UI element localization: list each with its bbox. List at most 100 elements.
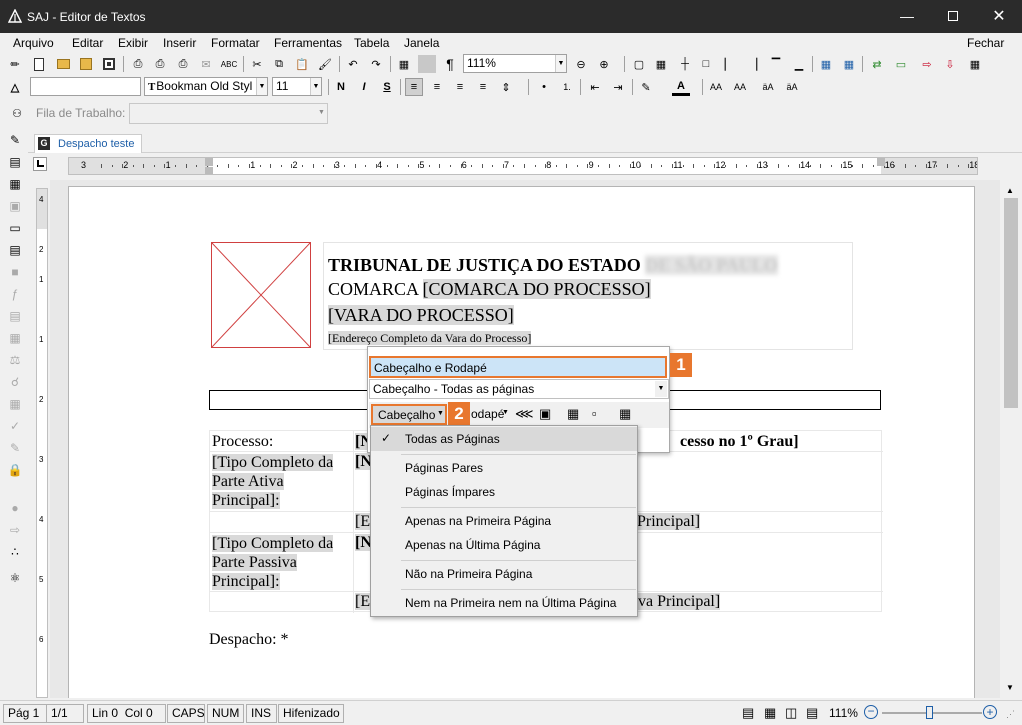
highlight-icon[interactable]: ✎ <box>637 78 655 96</box>
insert-row-icon[interactable]: ⇄ <box>868 55 886 73</box>
borders-icon[interactable]: ▢ <box>630 55 648 73</box>
split-cells-icon[interactable]: ▦ <box>817 55 835 73</box>
new-document-icon[interactable] <box>30 55 48 73</box>
close-window-button[interactable]: ✕ <box>976 0 1022 33</box>
minimize-button[interactable]: — <box>884 0 930 33</box>
scale-icon[interactable]: ⚖ <box>7 352 23 368</box>
view-page-icon[interactable]: ▤ <box>742 705 754 721</box>
user-icon[interactable]: ● <box>7 500 23 516</box>
menu-formatar[interactable]: Formatar <box>211 36 260 50</box>
paint-icon[interactable]: ✏ <box>6 55 24 73</box>
cross-border-icon[interactable]: ┼ <box>676 55 694 73</box>
menu-exibir[interactable]: Exibir <box>118 36 148 50</box>
signature-icon[interactable]: ⚛ <box>7 570 23 586</box>
text-tool-icon[interactable]: ✎ <box>7 132 23 148</box>
rodape-button[interactable]: odapé <box>471 407 504 421</box>
grid-icon[interactable]: ▦ <box>652 55 670 73</box>
delete-column-icon[interactable]: ⇩ <box>941 55 959 73</box>
export-icon[interactable]: ⇨ <box>7 522 23 538</box>
copy-icon[interactable]: ⧉ <box>270 55 288 73</box>
style-combo[interactable] <box>30 77 141 96</box>
menu-tabela[interactable]: Tabela <box>354 36 389 50</box>
calendar-icon[interactable]: ▦ <box>7 396 23 412</box>
scroll-thumb[interactable] <box>1004 198 1018 408</box>
menu-arquivo[interactable]: Arquivo <box>13 36 54 50</box>
pilcrow-icon[interactable]: ¶ <box>441 55 459 73</box>
change-case-icon[interactable]: äA <box>759 78 777 96</box>
cabecalho-button[interactable]: Cabeçalho ▼ <box>371 404 447 425</box>
bottom-border-icon[interactable]: ▁ <box>790 55 808 73</box>
edit-doc-icon[interactable]: ✎ <box>7 440 23 456</box>
vertical-scrollbar[interactable]: ▲ ▼ <box>1001 180 1021 698</box>
variable-icon[interactable]: ■ <box>7 264 23 280</box>
menu-item-paginas-pares[interactable]: Páginas Pares <box>405 461 483 475</box>
menu-janela[interactable]: Janela <box>404 36 439 50</box>
shrink-font-icon[interactable]: AA <box>731 78 749 96</box>
zoom-in-button[interactable]: + <box>983 705 997 719</box>
form-icon[interactable]: ▤ <box>7 154 23 170</box>
insert-field-icon[interactable]: ▦ <box>619 406 631 422</box>
menu-item-nem-primeira-nem-ultima[interactable]: Nem na Primeira nem na Última Página <box>405 596 616 610</box>
stamp-icon[interactable]: ▣ <box>7 198 23 214</box>
menu-item-paginas-impares[interactable]: Páginas Ímpares <box>405 485 495 499</box>
formula-icon[interactable]: ƒ <box>7 286 23 302</box>
view-draft-icon[interactable]: ▦ <box>764 705 776 721</box>
decrease-indent-icon[interactable]: ⇤ <box>586 78 604 96</box>
send-icon[interactable]: ⎙ <box>174 55 192 73</box>
redo-icon[interactable]: ↷ <box>367 55 385 73</box>
comment-icon[interactable]: ▭ <box>7 220 23 236</box>
delete-row-icon[interactable]: ⇨ <box>918 55 936 73</box>
menu-item-apenas-ultima[interactable]: Apenas na Última Página <box>405 538 540 552</box>
menu-ferramentas[interactable]: Ferramentas <box>274 36 342 50</box>
check-icon[interactable]: ✓ <box>7 418 23 434</box>
align-right-icon[interactable]: ≡ <box>451 78 469 96</box>
zoom-combo[interactable]: 111% ▼ <box>463 54 567 73</box>
underline-button[interactable]: S <box>378 78 396 96</box>
vertical-ruler[interactable]: 4 2 1 1 2 3 4 5 6 <box>36 188 48 698</box>
numbered-list-icon[interactable]: 1. <box>558 78 576 96</box>
justify-icon[interactable]: ≡ <box>474 78 492 96</box>
fields-icon[interactable]: ▦ <box>7 176 23 192</box>
line-spacing-icon[interactable]: ⇕ <box>497 78 515 96</box>
open-model-icon[interactable] <box>77 55 95 73</box>
table-options-icon[interactable]: ▦ <box>966 55 984 73</box>
align-center-icon[interactable]: ≡ <box>428 78 446 96</box>
print-preview-icon[interactable]: ⎙ <box>151 55 169 73</box>
email-icon[interactable]: ✉ <box>197 55 215 73</box>
right-border-icon[interactable]: ▕ <box>744 55 762 73</box>
share-icon[interactable]: ∴ <box>7 544 23 560</box>
zoom-in-icon[interactable]: ⊕ <box>595 55 613 73</box>
left-border-icon[interactable]: ▏ <box>720 55 738 73</box>
font-color-icon[interactable]: A <box>672 78 690 96</box>
box-border-icon[interactable]: □ <box>697 55 715 73</box>
time-icon[interactable]: ▫ <box>592 406 597 421</box>
header-footer-title[interactable]: Cabeçalho e Rodapé <box>369 356 667 378</box>
top-border-icon[interactable]: ▔ <box>767 55 785 73</box>
increase-indent-icon[interactable]: ⇥ <box>609 78 627 96</box>
search-doc-icon[interactable]: ☌ <box>7 374 23 390</box>
menu-item-apenas-primeira[interactable]: Apenas na Primeira Página <box>405 514 551 528</box>
grow-font-icon[interactable]: AA <box>707 78 725 96</box>
print-icon[interactable]: ⎙ <box>129 55 147 73</box>
zoom-slider-thumb[interactable] <box>926 706 933 719</box>
paste-icon[interactable]: 📋 <box>293 55 311 73</box>
insert-column-icon[interactable]: ▭ <box>892 55 910 73</box>
list-icon[interactable]: ▤ <box>7 242 23 258</box>
menu-inserir[interactable]: Inserir <box>163 36 196 50</box>
text-effects-icon[interactable]: äA <box>783 78 801 96</box>
resize-grip-icon[interactable]: ⋰ <box>1006 709 1015 720</box>
open-folder-icon[interactable] <box>54 55 72 73</box>
view-two-pages-icon[interactable]: ◫ <box>785 705 797 721</box>
tab-stop-selector[interactable] <box>33 157 47 171</box>
menu-item-nao-primeira[interactable]: Não na Primeira Página <box>405 567 532 581</box>
italic-button[interactable]: I <box>355 78 373 96</box>
merge-cells-icon[interactable]: ▦ <box>840 55 858 73</box>
building-icon[interactable]: ▦ <box>7 330 23 346</box>
zoom-out-icon[interactable]: ⊖ <box>572 55 590 73</box>
workspace-combo[interactable]: ▼ <box>129 103 328 124</box>
date-icon[interactable]: ▦ <box>567 406 579 422</box>
tab-despacho-teste[interactable]: G Despacho teste <box>34 134 142 153</box>
font-combo[interactable]: T Bookman Old Styl ▼ <box>144 77 268 96</box>
bold-button[interactable]: N <box>332 78 350 96</box>
align-left-icon[interactable]: ≡ <box>405 78 423 96</box>
